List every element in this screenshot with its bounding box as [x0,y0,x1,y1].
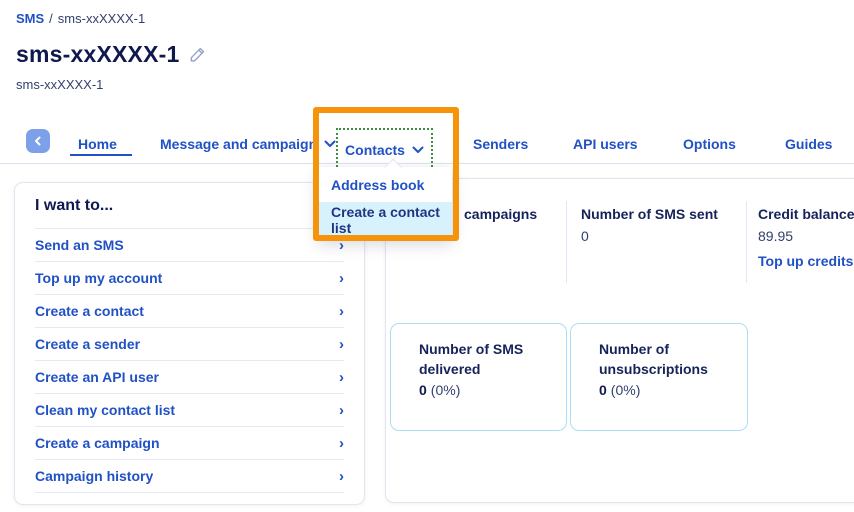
chevron-right-icon: › [339,403,344,418]
list-item-top-up[interactable]: Top up my account › [35,262,344,295]
chevron-right-icon: › [339,436,344,451]
tile-sms-delivered: Number of SMS delivered 0(0%) [390,323,567,431]
tile-value-number: 0 [599,382,607,398]
tile-value-number: 0 [419,382,427,398]
panel-title: I want to... [35,197,344,229]
list-item-label: Create a sender [35,336,140,352]
list-item-create-api-user[interactable]: Create an API user › [35,361,344,394]
chevron-left-icon [33,136,43,146]
breadcrumb-current: sms-xxXXXX-1 [58,11,145,26]
tile-value-percent: (0%) [431,382,461,398]
breadcrumb-sms-link[interactable]: SMS [16,11,44,26]
tab-api-users[interactable]: API users [573,136,638,152]
tab-home[interactable]: Home [78,136,117,152]
list-item-create-campaign[interactable]: Create a campaign › [35,427,344,460]
contacts-dropdown-menu: Address book Create a contact list [318,167,452,237]
chevron-right-icon: › [339,337,344,352]
tab-message-and-campaign[interactable]: Message and campaign [160,136,336,152]
breadcrumb: SMS / sms-xxXXXX-1 [16,11,145,26]
tile-label: Number of unsubscriptions [599,339,727,379]
stat-sms-sent-value: 0 [581,228,589,244]
tab-senders[interactable]: Senders [473,136,528,152]
tile-unsubscriptions: Number of unsubscriptions 0(0%) [570,323,748,431]
tab-guides[interactable]: Guides [785,136,832,152]
sms-dashboard-page: SMS / sms-xxXXXX-1 sms-xxXXXX-1 sms-xxXXXX… [0,0,854,512]
dashboard-panel: campaigns Number of SMS sent 0 Credit ba… [385,178,854,503]
chevron-down-icon [324,140,336,148]
list-item-label: Create a campaign [35,435,160,451]
list-item-label: Top up my account [35,270,162,286]
list-item-label: Campaign history [35,468,153,484]
list-item-create-contact[interactable]: Create a contact › [35,295,344,328]
tab-options[interactable]: Options [683,136,736,152]
page-subtitle: sms-xxXXXX-1 [16,77,103,92]
list-item-label: Create an API user [35,369,159,385]
chevron-right-icon: › [339,238,344,253]
list-item-send-sms[interactable]: Send an SMS › [35,229,344,262]
chevron-down-icon [412,146,424,154]
tab-contacts[interactable]: Contacts [345,142,424,158]
list-item-label: Create a contact [35,303,144,319]
page-title: sms-xxXXXX-1 [16,41,206,68]
tab-contacts-focus-ring: Contacts [336,128,433,171]
i-want-to-panel: I want to... Send an SMS › Top up my acc… [14,182,365,505]
stat-credit-balance-label: Credit balance [758,206,854,222]
edit-title-button[interactable] [189,46,206,63]
chevron-right-icon: › [339,304,344,319]
back-button[interactable] [26,129,50,153]
pencil-icon [189,46,206,63]
tab-message-and-campaign-label: Message and campaign [160,136,317,152]
tile-value-percent: (0%) [611,382,641,398]
tile-value: 0(0%) [419,379,546,401]
list-item-label: Clean my contact list [35,402,175,418]
menu-item-create-contact-list[interactable]: Create a contact list [318,202,452,237]
chevron-right-icon: › [339,469,344,484]
active-tab-underline [70,154,132,156]
list-item-campaign-history[interactable]: Campaign history › [35,460,344,493]
menu-item-address-book[interactable]: Address book [318,167,452,202]
chevron-right-icon: › [339,370,344,385]
tile-value: 0(0%) [599,379,727,401]
top-up-credits-link[interactable]: Top up credits [758,253,853,269]
tile-label: Number of SMS delivered [419,339,546,379]
page-title-text: sms-xxXXXX-1 [16,41,180,68]
stat-divider [746,201,747,283]
list-item-create-sender[interactable]: Create a sender › [35,328,344,361]
list-item-clean-contact-list[interactable]: Clean my contact list › [35,394,344,427]
stat-divider [566,201,567,283]
tab-contacts-label: Contacts [345,142,405,158]
list-item-label: Send an SMS [35,237,124,253]
breadcrumb-separator: / [49,11,53,26]
stat-credit-balance-value: 89.95 [758,228,793,244]
chevron-right-icon: › [339,271,344,286]
stat-sms-sent-label: Number of SMS sent [581,206,718,222]
stat-campaigns-label: campaigns [464,206,537,222]
